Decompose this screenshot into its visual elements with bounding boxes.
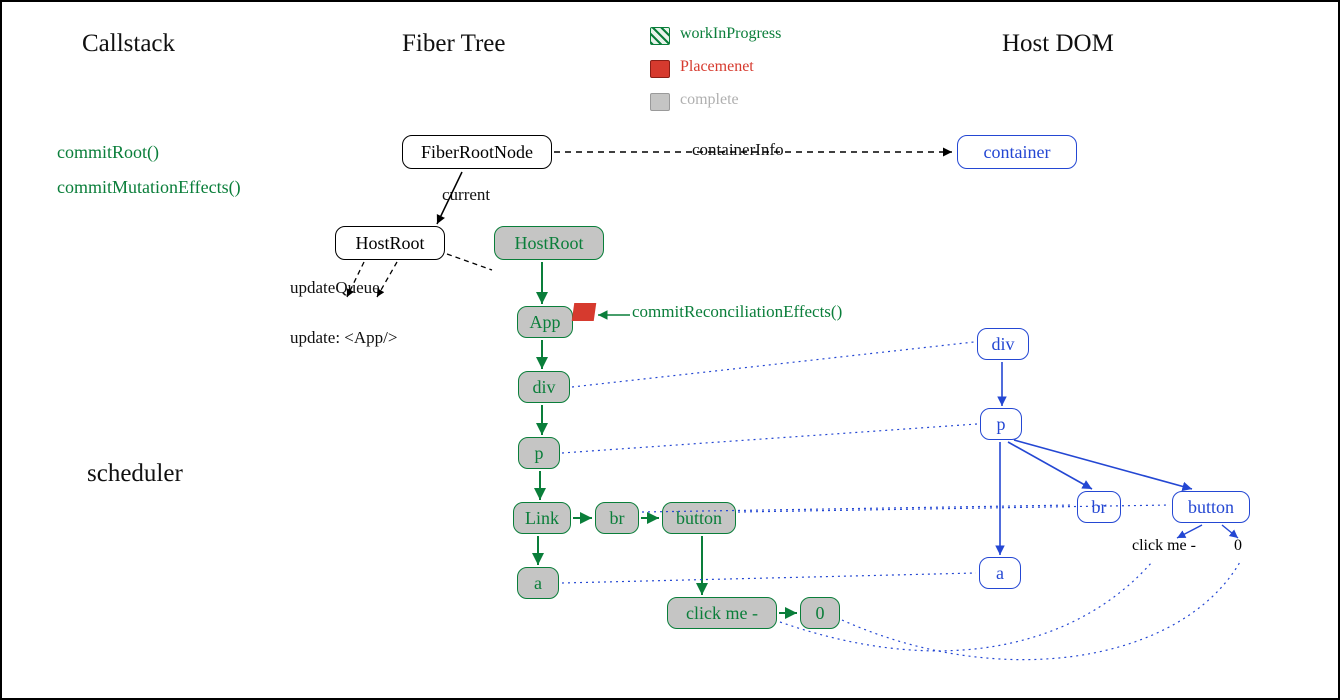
label-update-queue: updateQueue [290, 278, 380, 298]
legend-label-wip: workInProgress [680, 25, 781, 43]
label-container-info: containerInfo [692, 140, 784, 160]
fiber-a: a [517, 567, 559, 599]
fiber-link: Link [513, 502, 571, 534]
callstack-fn-commitRoot: commitRoot() [57, 142, 159, 163]
fiber-clickme: click me - [667, 597, 777, 629]
callstack-fn-commitMutationEffects: commitMutationEffects() [57, 177, 241, 198]
fiber-host-root: HostRoot [494, 226, 604, 260]
dom-button: button [1172, 491, 1250, 523]
heading-callstack: Callstack [82, 30, 175, 58]
legend-swatch-wip [650, 27, 670, 45]
node-fiber-root-node: FiberRootNode [402, 135, 552, 169]
heading-fiber-tree: Fiber Tree [402, 30, 505, 58]
label-current: current [442, 185, 490, 205]
fiber-app: App [517, 306, 573, 338]
dom-text-zero: 0 [1234, 537, 1242, 555]
label-update-app: update: <App/> [290, 328, 397, 348]
dom-p: p [980, 408, 1022, 440]
placement-flag-icon [572, 303, 597, 321]
dom-a: a [979, 557, 1021, 589]
fiber-button: button [662, 502, 736, 534]
dom-text-clickme: click me - [1132, 537, 1196, 555]
fiber-div: div [518, 371, 570, 403]
fiber-zero: 0 [800, 597, 840, 629]
connectors [2, 2, 1340, 700]
heading-scheduler: scheduler [87, 460, 183, 488]
fiber-p: p [518, 437, 560, 469]
diagram-stage: Callstack Fiber Tree Host DOM scheduler … [0, 0, 1340, 700]
legend-label-complete: complete [680, 91, 739, 109]
legend-swatch-complete [650, 93, 670, 111]
label-commit-reconciliation: commitReconciliationEffects() [632, 302, 842, 322]
dom-div: div [977, 328, 1029, 360]
fiber-br: br [595, 502, 639, 534]
dom-br: br [1077, 491, 1121, 523]
heading-host-dom: Host DOM [1002, 30, 1114, 58]
legend-swatch-placement [650, 60, 670, 78]
dom-container: container [957, 135, 1077, 169]
legend-label-placement: Placemenet [680, 58, 754, 76]
node-host-root-current: HostRoot [335, 226, 445, 260]
